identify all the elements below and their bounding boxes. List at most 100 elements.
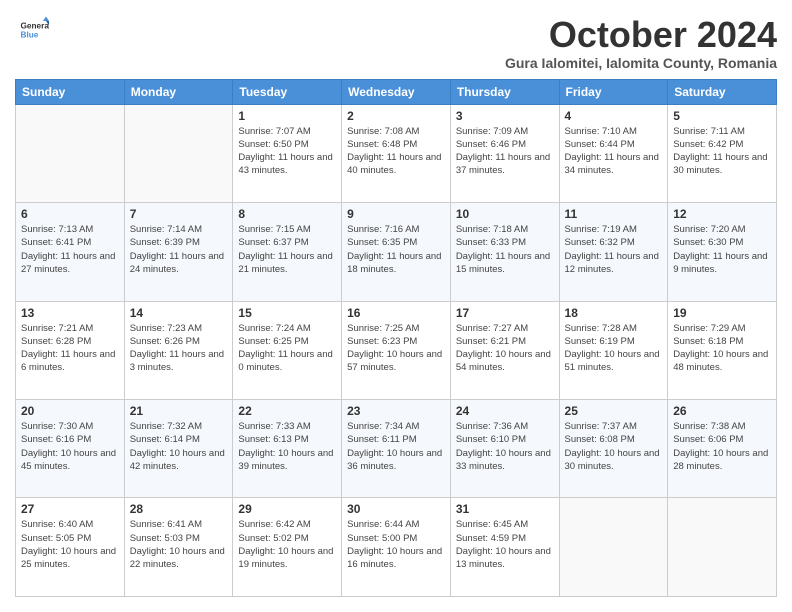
day-number: 20 [21, 404, 119, 418]
calendar-week-row: 13 Sunrise: 7:21 AMSunset: 6:28 PMDayligh… [16, 301, 777, 399]
calendar-cell: 10 Sunrise: 7:18 AMSunset: 6:33 PMDayligh… [450, 203, 559, 301]
day-number: 1 [238, 109, 336, 123]
calendar-cell: 23 Sunrise: 7:34 AMSunset: 6:11 PMDayligh… [342, 400, 451, 498]
day-number: 30 [347, 502, 445, 516]
day-info: Sunrise: 7:16 AMSunset: 6:35 PMDaylight:… [347, 223, 445, 276]
day-info: Sunrise: 6:41 AMSunset: 5:03 PMDaylight:… [130, 518, 228, 571]
day-info: Sunrise: 7:10 AMSunset: 6:44 PMDaylight:… [565, 125, 663, 178]
calendar-cell: 12 Sunrise: 7:20 AMSunset: 6:30 PMDayligh… [668, 203, 777, 301]
day-number: 3 [456, 109, 554, 123]
col-sunday: Sunday [16, 79, 125, 104]
day-info: Sunrise: 7:36 AMSunset: 6:10 PMDaylight:… [456, 420, 554, 473]
calendar-cell: 17Sunrise: 7:27 AMSunset: 6:21 PMDayligh… [450, 301, 559, 399]
main-title: October 2024 [505, 15, 777, 55]
day-number: 6 [21, 207, 119, 221]
calendar-cell: 22Sunrise: 7:33 AMSunset: 6:13 PMDayligh… [233, 400, 342, 498]
page: General Blue October 2024 Gura Ialomitei… [0, 0, 792, 612]
day-number: 7 [130, 207, 228, 221]
calendar-cell: 4 Sunrise: 7:10 AMSunset: 6:44 PMDaylight… [559, 104, 668, 202]
calendar-week-row: 20 Sunrise: 7:30 AMSunset: 6:16 PMDayligh… [16, 400, 777, 498]
day-info: Sunrise: 7:09 AMSunset: 6:46 PMDaylight:… [456, 125, 554, 178]
day-number: 23 [347, 404, 445, 418]
calendar-cell: 2 Sunrise: 7:08 AMSunset: 6:48 PMDaylight… [342, 104, 451, 202]
calendar-cell: 26 Sunrise: 7:38 AMSunset: 6:06 PMDayligh… [668, 400, 777, 498]
day-number: 16 [347, 306, 445, 320]
day-info: Sunrise: 7:34 AMSunset: 6:11 PMDaylight:… [347, 420, 445, 473]
day-number: 21 [130, 404, 228, 418]
day-number: 22 [238, 404, 336, 418]
calendar-cell: 20 Sunrise: 7:30 AMSunset: 6:16 PMDayligh… [16, 400, 125, 498]
day-number: 15 [238, 306, 336, 320]
day-info: Sunrise: 7:14 AMSunset: 6:39 PMDaylight:… [130, 223, 228, 276]
logo-icon: General Blue [19, 15, 49, 45]
calendar-cell: 21 Sunrise: 7:32 AMSunset: 6:14 PMDayligh… [124, 400, 233, 498]
day-number: 2 [347, 109, 445, 123]
calendar-header-row: Sunday Monday Tuesday Wednesday Thursday… [16, 79, 777, 104]
calendar-cell: 19Sunrise: 7:29 AMSunset: 6:18 PMDayligh… [668, 301, 777, 399]
day-info: Sunrise: 7:13 AMSunset: 6:41 PMDaylight:… [21, 223, 119, 276]
day-info: Sunrise: 6:45 AMSunset: 4:59 PMDaylight:… [456, 518, 554, 571]
day-info: Sunrise: 7:28 AMSunset: 6:19 PMDaylight:… [565, 322, 663, 375]
day-number: 10 [456, 207, 554, 221]
calendar-cell: 7 Sunrise: 7:14 AMSunset: 6:39 PMDaylight… [124, 203, 233, 301]
day-number: 29 [238, 502, 336, 516]
calendar-cell: 25 Sunrise: 7:37 AMSunset: 6:08 PMDayligh… [559, 400, 668, 498]
calendar-cell: 14Sunrise: 7:23 AMSunset: 6:26 PMDayligh… [124, 301, 233, 399]
day-number: 11 [565, 207, 663, 221]
subtitle: Gura Ialomitei, Ialomita County, Romania [505, 55, 777, 71]
day-number: 18 [565, 306, 663, 320]
day-info: Sunrise: 6:42 AMSunset: 5:02 PMDaylight:… [238, 518, 336, 571]
day-number: 25 [565, 404, 663, 418]
day-info: Sunrise: 7:23 AMSunset: 6:26 PMDaylight:… [130, 322, 228, 375]
calendar-cell: 3 Sunrise: 7:09 AMSunset: 6:46 PMDaylight… [450, 104, 559, 202]
day-info: Sunrise: 7:18 AMSunset: 6:33 PMDaylight:… [456, 223, 554, 276]
col-thursday: Thursday [450, 79, 559, 104]
calendar-cell: 16 Sunrise: 7:25 AMSunset: 6:23 PMDayligh… [342, 301, 451, 399]
calendar-cell: 15Sunrise: 7:24 AMSunset: 6:25 PMDayligh… [233, 301, 342, 399]
calendar-cell: 18 Sunrise: 7:28 AMSunset: 6:19 PMDayligh… [559, 301, 668, 399]
day-info: Sunrise: 7:32 AMSunset: 6:14 PMDaylight:… [130, 420, 228, 473]
calendar-cell: 31Sunrise: 6:45 AMSunset: 4:59 PMDayligh… [450, 498, 559, 597]
day-number: 4 [565, 109, 663, 123]
day-number: 26 [673, 404, 771, 418]
calendar-cell: 30Sunrise: 6:44 AMSunset: 5:00 PMDayligh… [342, 498, 451, 597]
day-info: Sunrise: 7:20 AMSunset: 6:30 PMDaylight:… [673, 223, 771, 276]
day-number: 9 [347, 207, 445, 221]
day-info: Sunrise: 6:40 AMSunset: 5:05 PMDaylight:… [21, 518, 119, 571]
day-number: 8 [238, 207, 336, 221]
calendar-cell [559, 498, 668, 597]
day-number: 24 [456, 404, 554, 418]
calendar-cell: 13 Sunrise: 7:21 AMSunset: 6:28 PMDayligh… [16, 301, 125, 399]
day-number: 13 [21, 306, 119, 320]
calendar-cell: 28 Sunrise: 6:41 AMSunset: 5:03 PMDayligh… [124, 498, 233, 597]
calendar-cell: 27Sunrise: 6:40 AMSunset: 5:05 PMDayligh… [16, 498, 125, 597]
calendar-cell [16, 104, 125, 202]
col-tuesday: Tuesday [233, 79, 342, 104]
logo: General Blue [15, 15, 49, 45]
calendar-week-row: 1 Sunrise: 7:07 AMSunset: 6:50 PMDaylight… [16, 104, 777, 202]
day-info: Sunrise: 7:37 AMSunset: 6:08 PMDaylight:… [565, 420, 663, 473]
day-info: Sunrise: 7:38 AMSunset: 6:06 PMDaylight:… [673, 420, 771, 473]
col-saturday: Saturday [668, 79, 777, 104]
day-info: Sunrise: 7:15 AMSunset: 6:37 PMDaylight:… [238, 223, 336, 276]
day-info: Sunrise: 7:07 AMSunset: 6:50 PMDaylight:… [238, 125, 336, 178]
day-info: Sunrise: 7:08 AMSunset: 6:48 PMDaylight:… [347, 125, 445, 178]
day-number: 28 [130, 502, 228, 516]
day-number: 17 [456, 306, 554, 320]
svg-text:General: General [21, 22, 50, 31]
svg-text:Blue: Blue [21, 31, 39, 40]
header: General Blue October 2024 Gura Ialomitei… [15, 15, 777, 71]
calendar-table: Sunday Monday Tuesday Wednesday Thursday… [15, 79, 777, 597]
calendar-cell: 11Sunrise: 7:19 AMSunset: 6:32 PMDayligh… [559, 203, 668, 301]
calendar-cell: 1 Sunrise: 7:07 AMSunset: 6:50 PMDaylight… [233, 104, 342, 202]
day-number: 5 [673, 109, 771, 123]
day-info: Sunrise: 7:25 AMSunset: 6:23 PMDaylight:… [347, 322, 445, 375]
calendar-cell: 29 Sunrise: 6:42 AMSunset: 5:02 PMDayligh… [233, 498, 342, 597]
calendar-week-row: 6 Sunrise: 7:13 AMSunset: 6:41 PMDaylight… [16, 203, 777, 301]
day-number: 12 [673, 207, 771, 221]
day-info: Sunrise: 7:29 AMSunset: 6:18 PMDaylight:… [673, 322, 771, 375]
calendar-cell: 24 Sunrise: 7:36 AMSunset: 6:10 PMDayligh… [450, 400, 559, 498]
calendar-week-row: 27Sunrise: 6:40 AMSunset: 5:05 PMDayligh… [16, 498, 777, 597]
day-info: Sunrise: 7:21 AMSunset: 6:28 PMDaylight:… [21, 322, 119, 375]
day-info: Sunrise: 7:30 AMSunset: 6:16 PMDaylight:… [21, 420, 119, 473]
